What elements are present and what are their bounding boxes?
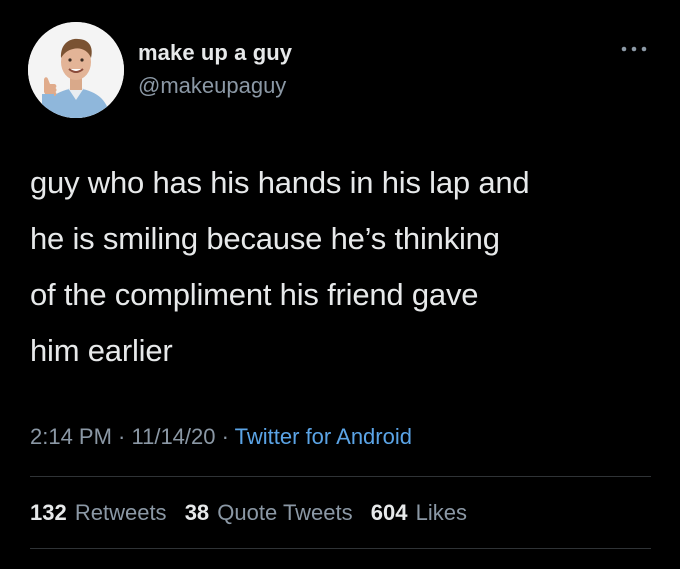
retweets-count: 132 [30, 500, 67, 525]
meta-separator: · [215, 424, 235, 449]
meta-separator: · [111, 424, 132, 449]
quote-tweets-stat[interactable]: 38 Quote Tweets [185, 500, 353, 526]
author-display-name[interactable]: make up a guy [138, 40, 292, 66]
tweet-meta: 2:14 PM · 11/14/20 · Twitter for Android [30, 424, 412, 450]
tweet-card: make up a guy @makeupaguy guy who has hi… [0, 0, 680, 569]
quote-tweets-count: 38 [184, 500, 210, 525]
retweets-label: Retweets [74, 500, 167, 525]
tweet-time[interactable]: 2:14 PM [30, 424, 112, 449]
author-handle[interactable]: @makeupaguy [138, 73, 286, 99]
tweet-text: guy who has his hands in his lap and he … [30, 165, 530, 368]
retweets-stat[interactable]: 132 Retweets [30, 500, 167, 526]
likes-label: Likes [415, 500, 467, 525]
likes-count: 604 [370, 500, 408, 525]
more-options-button[interactable] [618, 38, 650, 60]
ellipsis-icon [621, 46, 647, 52]
avatar[interactable] [28, 22, 124, 118]
quote-tweets-label: Quote Tweets [217, 500, 353, 525]
person-thumbs-up-avatar-icon [28, 22, 124, 118]
divider [30, 548, 651, 549]
tweet-source-link[interactable]: Twitter for Android [235, 424, 412, 449]
likes-stat[interactable]: 604 Likes [371, 500, 467, 526]
tweet-date[interactable]: 11/14/20 [132, 424, 216, 449]
divider [30, 476, 651, 477]
engagement-stats: 132 Retweets 38 Quote Tweets 604 Likes [30, 500, 479, 526]
